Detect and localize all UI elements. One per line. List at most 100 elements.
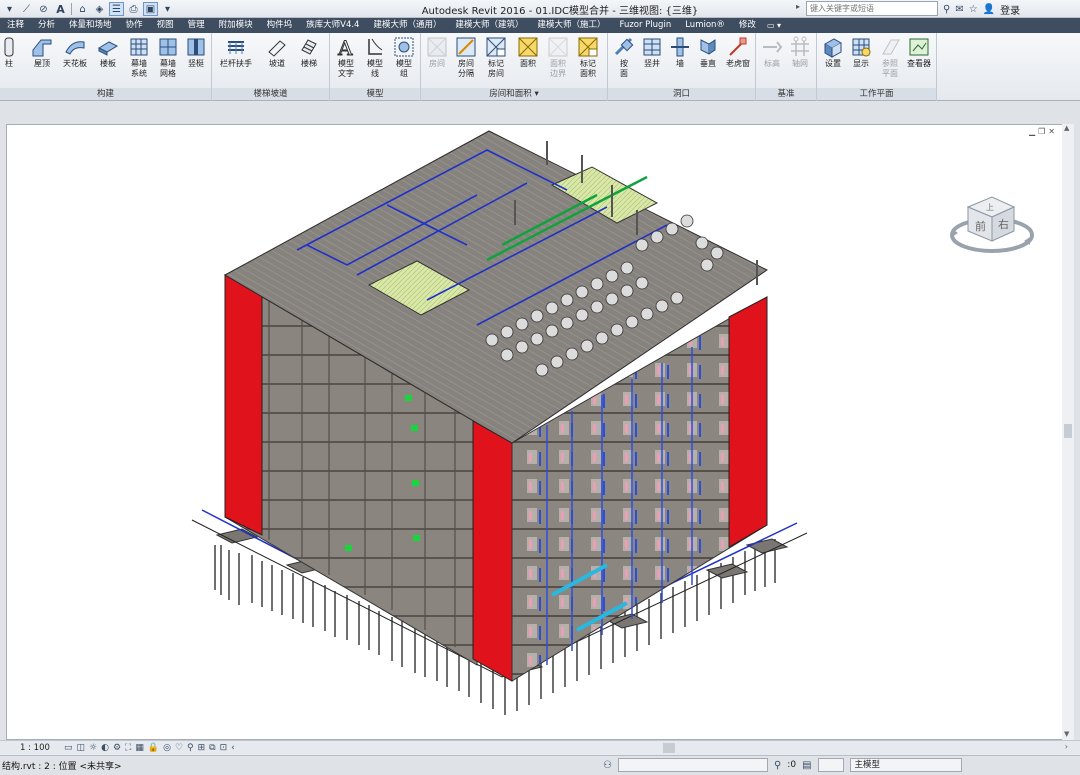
visual-style-icon[interactable]: ◫ (77, 743, 86, 753)
wall-opening-button[interactable]: 墙 (665, 36, 695, 88)
restore-view-icon[interactable]: ❐ (1038, 127, 1045, 136)
tab-modeling-general[interactable]: 建模大师（通用） (366, 18, 448, 33)
search-input[interactable] (806, 1, 938, 16)
tab-annotate[interactable]: 注释 (0, 18, 31, 33)
tab-massing-site[interactable]: 体量和场地 (62, 18, 119, 33)
tab-manage[interactable]: 管理 (181, 18, 212, 33)
text-icon[interactable]: A (53, 2, 68, 16)
vertical-opening-icon (700, 39, 716, 55)
detail-level-icon[interactable]: ▭ (64, 743, 73, 753)
tab-modeling-construction[interactable]: 建模大师（施工） (531, 18, 613, 33)
scroll-right-icon[interactable]: › (1065, 742, 1068, 751)
level-button[interactable]: 标高 (757, 36, 787, 88)
worksets-icon[interactable]: ⚇ (603, 760, 612, 771)
mullion-button[interactable]: 竖梃 (181, 36, 211, 88)
curtain-grid-button[interactable]: 幕墙 网格 (153, 36, 183, 88)
shadows-icon[interactable]: ◐ (101, 743, 109, 753)
minimize-ribbon-icon[interactable]: ▭ ▾ (763, 21, 785, 30)
viewbar-collapse-icon[interactable]: ‹ (231, 743, 235, 753)
show-crop-icon[interactable]: ▦ (135, 743, 144, 753)
lock-view-icon[interactable]: 🔒 (148, 743, 159, 753)
tab-lumion[interactable]: Lumion® (678, 18, 732, 33)
by-face-button[interactable]: 按 面 (609, 36, 639, 88)
minimize-view-icon[interactable]: ▁ (1029, 127, 1035, 136)
tab-addins[interactable]: 附加模块 (212, 18, 260, 33)
column-button[interactable]: 柱 (0, 36, 24, 88)
vertical-opening-button[interactable]: 垂直 (693, 36, 723, 88)
binoculars-icon[interactable]: ⚲ (943, 4, 950, 15)
tab-modeling-architecture[interactable]: 建模大师（建筑） (448, 18, 530, 33)
favorites-star-icon[interactable]: ☆ (969, 4, 978, 15)
shaft-button[interactable]: 竖井 (637, 36, 667, 88)
grid-button[interactable]: 轴网 (785, 36, 815, 88)
default-3d-view-icon[interactable]: ⌂ (75, 2, 90, 16)
tab-family-library[interactable]: 族库大师V4.4 (299, 18, 366, 33)
design-option-dropdown[interactable] (817, 758, 844, 772)
scroll-up-icon[interactable]: ▲ (1064, 124, 1069, 132)
design-options-icon[interactable]: ▤ (802, 760, 811, 771)
show-work-plane-button[interactable]: 显示 (846, 36, 876, 88)
section-icon[interactable]: ◈ (92, 2, 107, 16)
3d-viewport[interactable]: ▁ ❐ ✕ 前 右 上 (6, 124, 1068, 740)
tab-component-dock[interactable]: 构件坞 (260, 18, 300, 33)
tab-collaborate[interactable]: 协作 (119, 18, 150, 33)
stair-button[interactable]: 楼梯 (294, 36, 324, 88)
close-view-icon[interactable]: ✕ (1048, 127, 1055, 136)
reveal-hidden-icon[interactable]: ♡ (175, 743, 183, 753)
model-text-button[interactable]: A 模型 文字 (331, 36, 361, 88)
viewer-button[interactable]: 查看器 (904, 36, 934, 88)
tab-analyze[interactable]: 分析 (31, 18, 62, 33)
reference-plane-button[interactable]: 参照 平面 (875, 36, 905, 88)
tab-modify[interactable]: 修改 (732, 18, 763, 33)
qat-customize-icon[interactable]: ▾ (160, 2, 175, 16)
search-expand-icon[interactable]: ▸ (796, 2, 800, 11)
login-button[interactable]: 登录 (1000, 2, 1020, 17)
viewcube[interactable]: 前 右 上 (950, 196, 1034, 253)
view-control-bar: 1 : 100 ▭ ◫ ☼ ◐ ⚙ ⛶ ▦ 🔒 ◎ ♡ ⚲ ⊞ ⧉ ⊡ ‹ › (0, 740, 1080, 755)
tab-view[interactable]: 视图 (150, 18, 181, 33)
room-button[interactable]: 房间 (422, 36, 452, 88)
model-line-button[interactable]: 模型 线 (360, 36, 390, 88)
area-boundary-button[interactable]: 面积 边界 (543, 36, 573, 88)
set-work-plane-button[interactable]: 设置 (818, 36, 848, 88)
measure-icon[interactable]: ⟋ (19, 2, 34, 16)
tag-area-button[interactable]: 标记 面积 (573, 36, 603, 88)
room-separator-button[interactable]: 房间 分隔 (451, 36, 481, 88)
model-group-button[interactable]: 模型 组 (389, 36, 419, 88)
area-button[interactable]: 面积 (513, 36, 543, 88)
hide-analytical-icon[interactable]: ⊡ (220, 743, 228, 753)
ceiling-button[interactable]: 天花板 (60, 36, 90, 88)
roof-button[interactable]: 屋顶 (27, 36, 57, 88)
railing-button[interactable]: 栏杆扶手 (216, 36, 256, 88)
highlight-displacement-icon[interactable]: ⊞ (198, 743, 206, 753)
user-icon[interactable]: 👤 (983, 4, 995, 15)
render-icon[interactable]: ⚙ (113, 743, 121, 753)
temporary-view-properties-icon[interactable]: ⧉ (209, 743, 215, 753)
print-icon[interactable]: ⎙ (126, 2, 141, 16)
dormer-button[interactable]: 老虎窗 (723, 36, 753, 88)
ramp-button[interactable]: 坡道 (262, 36, 292, 88)
worksharing-display-icon[interactable]: ⚲ (187, 743, 194, 753)
sun-path-icon[interactable]: ☼ (89, 743, 97, 753)
vertical-scroll-thumb[interactable] (1064, 424, 1072, 438)
horizontal-scroll-thumb[interactable] (663, 743, 675, 753)
building-model[interactable]: 前 右 上 (7, 125, 1068, 740)
floor-button[interactable]: 楼板 (93, 36, 123, 88)
tag-icon[interactable]: ⊘ (36, 2, 51, 16)
vertical-scrollbar[interactable]: ▲ ▼ (1062, 124, 1074, 740)
tag-room-button[interactable]: 标记 房间 (481, 36, 511, 88)
subscription-icon[interactable]: ✉ (955, 4, 963, 15)
scroll-down-icon[interactable]: ▼ (1064, 730, 1069, 738)
thin-lines-icon[interactable]: ☰ (109, 2, 124, 16)
temporary-hide-icon[interactable]: ◎ (163, 743, 171, 753)
crop-view-icon[interactable]: ⛶ (125, 743, 131, 753)
workset-dropdown[interactable] (617, 758, 768, 772)
switch-windows-icon[interactable]: ▣ (143, 2, 158, 16)
view-scale[interactable]: 1 : 100 (0, 743, 64, 753)
tab-fuzor-plugin[interactable]: Fuzor Plugin (613, 18, 679, 33)
editable-only-icon[interactable]: ⚲ (774, 760, 781, 771)
group-room-area-label[interactable]: 房间和面积 ▾ (421, 88, 607, 100)
curtain-system-button[interactable]: 幕墙 系统 (124, 36, 154, 88)
main-model-dropdown[interactable]: 主模型 (849, 758, 962, 772)
open-icon[interactable]: ▾ (2, 2, 17, 16)
